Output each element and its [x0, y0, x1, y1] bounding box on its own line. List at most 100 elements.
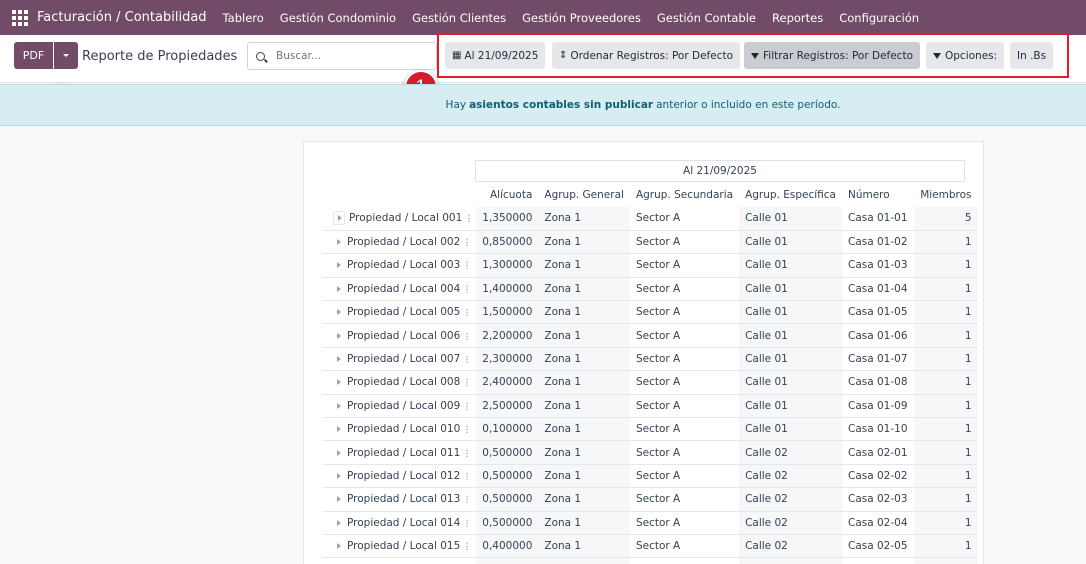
table-row[interactable]: Propiedad / Local 0162,500000Zona 1Secto… [323, 557, 978, 564]
header-agrup-especifica[interactable]: Agrup. Específica [739, 183, 842, 207]
row-menu-icon[interactable] [466, 448, 469, 457]
expand-caret-icon[interactable] [337, 285, 341, 292]
row-name[interactable]: Propiedad / Local 011 [323, 440, 477, 465]
expand-caret-icon[interactable] [337, 239, 341, 246]
pdf-button[interactable]: PDF [14, 42, 53, 69]
menu-configuracion[interactable]: Configuración [839, 11, 919, 25]
alert-link[interactable]: asientos contables sin publicar [469, 99, 653, 111]
table-row[interactable]: Propiedad / Local 003 1,300000 Zona 1 Secto… [323, 253, 978, 278]
expand-caret-icon[interactable] [337, 356, 341, 363]
table-row[interactable]: Propiedad / Local 012 0,500000 Zona 1 Secto… [323, 464, 978, 489]
table-row[interactable]: Propiedad / Local 014 0,500000 Zona 1 Secto… [323, 511, 978, 535]
row-menu-icon[interactable] [466, 331, 469, 340]
cell-agrup-general: Zona 1 [538, 464, 630, 489]
cell-agrup-secundaria: Sector A [629, 253, 740, 278]
header-alicuota[interactable]: Alícuota [476, 183, 538, 207]
row-menu-icon[interactable] [466, 471, 469, 480]
row-name[interactable]: Propiedad / Local 016 [323, 557, 477, 564]
row-menu-icon[interactable] [466, 355, 469, 364]
row-name[interactable]: Propiedad / Local 005 [323, 300, 477, 325]
row-menu-icon[interactable] [466, 378, 469, 387]
row-name[interactable]: Propiedad / Local 013 [323, 487, 477, 512]
row-menu-icon[interactable] [468, 214, 471, 223]
expand-caret-icon[interactable] [337, 332, 341, 339]
row-name[interactable]: Propiedad / Local 015 [323, 534, 477, 559]
order-records-label: Ordenar Registros: Por Defecto [570, 49, 734, 62]
cell-agrup-general: Zona 1 [538, 417, 630, 442]
apps-grid-icon[interactable] [12, 9, 28, 26]
table-row[interactable]: Propiedad / Local 007 2,300000 Zona 1 Secto… [323, 347, 978, 372]
row-name[interactable]: Propiedad / Local 007 [323, 347, 477, 372]
expand-caret-icon[interactable] [337, 519, 341, 526]
table-row[interactable]: Propiedad / Local 005 1,500000 Zona 1 Secto… [323, 300, 978, 325]
row-name[interactable]: Propiedad / Local 012 [323, 464, 477, 489]
expand-caret-icon[interactable] [337, 309, 341, 316]
cell-agrup-especifica: Calle 01 [739, 300, 842, 325]
order-records-button[interactable]: ⇕ Ordenar Registros: Por Defecto [552, 42, 741, 69]
alert-prefix: Hay [445, 99, 467, 111]
row-menu-icon[interactable] [466, 284, 469, 293]
table-row[interactable]: Propiedad / Local 010 0,100000 Zona 1 Secto… [323, 417, 978, 442]
row-name[interactable]: Propiedad / Local 001 [323, 207, 477, 231]
pdf-dropdown-toggle[interactable] [54, 42, 78, 69]
menu-gestion-condominio[interactable]: Gestión Condominio [280, 11, 396, 25]
expand-caret-icon[interactable] [337, 496, 341, 503]
header-agrup-secundaria[interactable]: Agrup. Secundaria [630, 183, 739, 207]
calendar-icon: ▦ [452, 50, 462, 61]
row-name[interactable]: Propiedad / Local 003 [323, 253, 477, 278]
row-menu-icon[interactable] [466, 261, 469, 270]
row-name[interactable]: Propiedad / Local 004 [323, 277, 477, 302]
cell-alicuota: 1,400000 [476, 277, 539, 302]
menu-tablero[interactable]: Tablero [223, 11, 264, 25]
menu-gestion-clientes[interactable]: Gestión Clientes [412, 11, 506, 25]
table-row[interactable]: Propiedad / Local 013 0,500000 Zona 1 Secto… [323, 487, 978, 512]
cell-agrup-especifica: Calle 02 [739, 511, 842, 535]
expand-caret-icon[interactable] [333, 211, 345, 226]
table-row[interactable]: Propiedad / Local 015 0,400000 Zona 1 Secto… [323, 534, 978, 559]
cell-alicuota: 1,350000 [476, 207, 539, 231]
options-button[interactable]: Opciones: [926, 42, 1005, 69]
expand-caret-icon[interactable] [337, 426, 341, 433]
menu-gestion-proveedores[interactable]: Gestión Proveedores [522, 11, 641, 25]
row-menu-icon[interactable] [466, 518, 469, 527]
expand-caret-icon[interactable] [337, 449, 341, 456]
menu-reportes[interactable]: Reportes [772, 11, 823, 25]
table-row[interactable]: Propiedad / Local 006 2,200000 Zona 1 Secto… [323, 323, 978, 348]
row-name[interactable]: Propiedad / Local 002 [323, 230, 477, 255]
search-bar[interactable] [247, 42, 437, 70]
row-menu-icon[interactable] [466, 238, 469, 247]
row-name[interactable]: Propiedad / Local 010 [323, 417, 477, 442]
expand-caret-icon[interactable] [337, 543, 341, 550]
table-row[interactable]: Propiedad / Local 009 2,500000 Zona 1 Secto… [323, 394, 978, 419]
date-filter-button[interactable]: ▦ Al 21/09/2025 [445, 42, 546, 69]
table-row[interactable]: Propiedad / Local 001 1,350000 Zona 1 Secto… [323, 207, 978, 231]
row-name[interactable]: Propiedad / Local 008 [323, 370, 477, 395]
row-menu-icon[interactable] [466, 308, 469, 317]
row-menu-icon[interactable] [466, 425, 469, 434]
expand-caret-icon[interactable] [337, 402, 341, 409]
header-agrup-general[interactable]: Agrup. General [538, 183, 630, 207]
header-miembros[interactable]: Miembros [914, 183, 978, 207]
expand-caret-icon[interactable] [337, 472, 341, 479]
menu-gestion-contable[interactable]: Gestión Contable [657, 11, 756, 25]
table-row[interactable]: Propiedad / Local 011 0,500000 Zona 1 Secto… [323, 440, 978, 465]
cell-agrup-general: Zona 1 [538, 557, 630, 564]
header-numero[interactable]: Número [842, 183, 914, 207]
table-row[interactable]: Propiedad / Local 004 1,400000 Zona 1 Secto… [323, 277, 978, 302]
row-name[interactable]: Propiedad / Local 006 [323, 323, 477, 348]
row-name[interactable]: Propiedad / Local 009 [323, 394, 477, 419]
currency-button[interactable]: In .Bs [1010, 42, 1054, 69]
row-name[interactable]: Propiedad / Local 014 [323, 511, 477, 535]
row-menu-icon[interactable] [466, 542, 469, 551]
app-title[interactable]: Facturación / Contabilidad [37, 10, 207, 25]
cell-alicuota: 1,300000 [476, 253, 539, 278]
expand-caret-icon[interactable] [337, 379, 341, 386]
row-menu-icon[interactable] [466, 401, 469, 410]
table-row[interactable]: Propiedad / Local 008 2,400000 Zona 1 Secto… [323, 370, 978, 395]
row-menu-icon[interactable] [466, 495, 469, 504]
table-row[interactable]: Propiedad / Local 002 0,850000 Zona 1 Secto… [323, 230, 978, 255]
cell-numero: Casa 01-05 [841, 300, 914, 325]
filter-records-button[interactable]: Filtrar Registros: Por Defecto [744, 42, 920, 69]
expand-caret-icon[interactable] [337, 262, 341, 269]
search-input[interactable] [276, 50, 426, 62]
